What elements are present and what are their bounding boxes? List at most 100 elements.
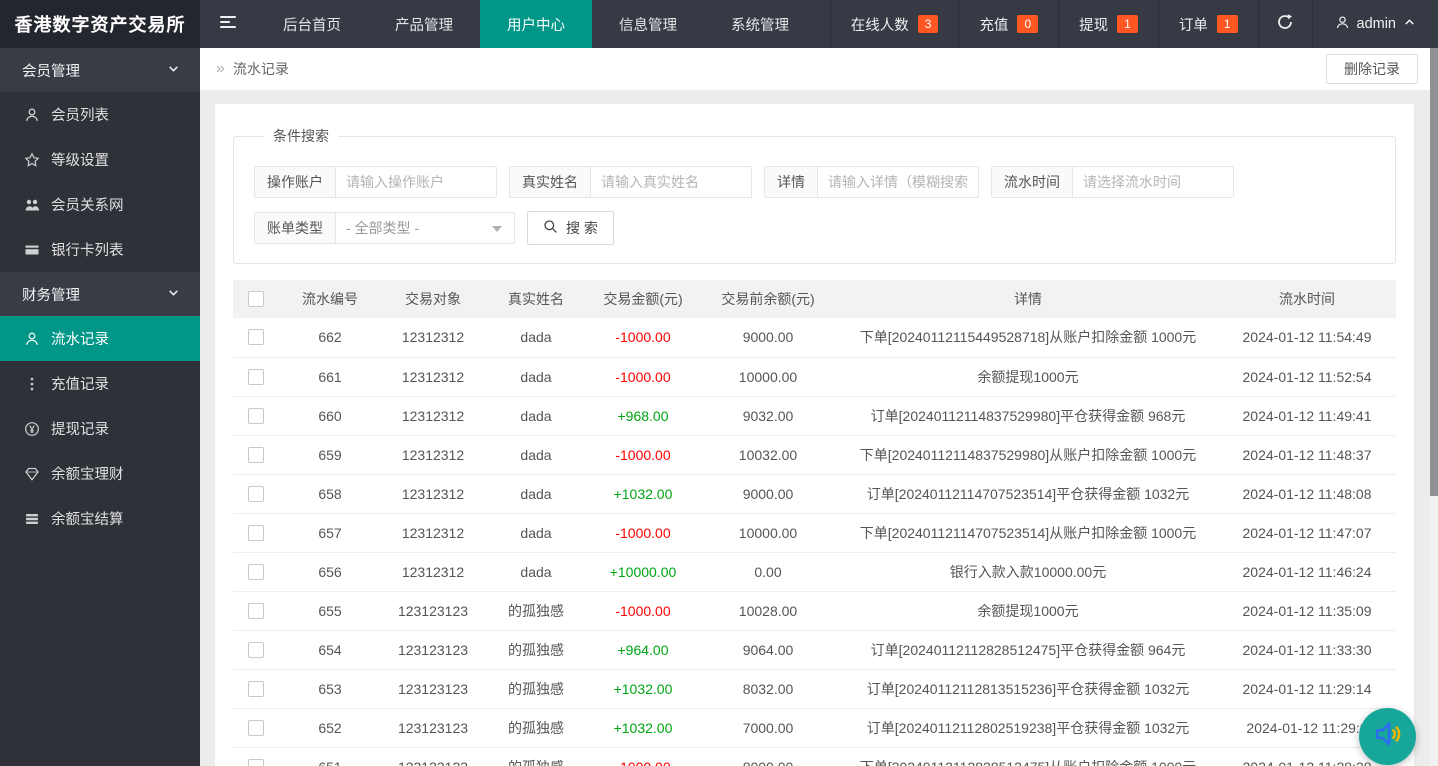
refresh-button[interactable] [1258, 0, 1312, 48]
status-withdraw[interactable]: 提现 1 [1058, 0, 1158, 48]
cell-flow-id: 651 [278, 747, 382, 766]
cell-balance: 7000.00 [698, 708, 838, 747]
status-orders[interactable]: 订单 1 [1158, 0, 1258, 48]
cell-amount: +1032.00 [588, 474, 698, 513]
detail-input[interactable] [818, 167, 978, 197]
cell-balance: 9064.00 [698, 630, 838, 669]
cell-amount: -1000.00 [588, 357, 698, 396]
cell-amount: +1032.00 [588, 708, 698, 747]
header-checkbox-cell [233, 280, 278, 318]
sidebar-group-finance-mgmt[interactable]: 财务管理 [0, 272, 200, 316]
delete-records-button[interactable]: 删除记录 [1326, 54, 1418, 84]
sidebar-item-label: 等级设置 [51, 149, 109, 170]
field-label: 详情 [765, 167, 818, 197]
bill-type-select[interactable]: - 全部类型 - [336, 213, 514, 243]
row-checkbox[interactable] [248, 525, 264, 541]
cell-name: dada [484, 318, 588, 357]
row-checkbox[interactable] [248, 720, 264, 736]
cell-flow-id: 654 [278, 630, 382, 669]
search-button[interactable]: 搜 索 [527, 211, 614, 245]
main-content: » 流水记录 删除记录 条件搜索 操作账户 真实姓名 详情 [200, 48, 1430, 766]
sidebar-item-yuebao-settlement[interactable]: 余额宝结算 [0, 496, 200, 541]
row-checkbox[interactable] [248, 329, 264, 345]
cell-detail: 订单[20240112112802519238]平仓获得金额 1032元 [838, 708, 1218, 747]
cell-detail: 银行入款入款10000.00元 [838, 552, 1218, 591]
field-label: 操作账户 [255, 167, 336, 197]
col-balance: 交易前余额(元) [698, 280, 838, 318]
cell-target: 12312312 [382, 396, 484, 435]
row-checkbox[interactable] [248, 447, 264, 463]
online-count-badge: 3 [918, 15, 939, 33]
breadcrumb-bar: » 流水记录 删除记录 [200, 48, 1430, 90]
scrollbar-thumb[interactable] [1430, 48, 1438, 496]
cell-amount: +10000.00 [588, 552, 698, 591]
sidebar-item-member-list[interactable]: 会员列表 [0, 92, 200, 137]
content-card: 条件搜索 操作账户 真实姓名 详情 流水时间 [215, 104, 1414, 766]
cell-time: 2024-01-12 11:46:24 [1218, 552, 1396, 591]
sidebar-item-flow-records[interactable]: 流水记录 [0, 316, 200, 361]
cell-name: 的孤独感 [484, 669, 588, 708]
vertical-scrollbar[interactable] [1430, 48, 1438, 766]
admin-username: admin [1357, 16, 1397, 32]
row-checkbox[interactable] [248, 759, 264, 766]
sidebar-item-label: 充值记录 [51, 373, 109, 394]
credit-card-icon [24, 242, 40, 258]
nav-item-system[interactable]: 系统管理 [704, 0, 816, 48]
flow-records-table: 流水编号 交易对象 真实姓名 交易金额(元) 交易前余额(元) 详情 流水时间 … [233, 280, 1396, 766]
col-detail: 详情 [838, 280, 1218, 318]
order-count-badge: 1 [1217, 15, 1238, 33]
sidebar-item-yuebao-finance[interactable]: 余额宝理财 [0, 451, 200, 496]
sidebar-item-label: 提现记录 [51, 418, 109, 439]
row-checkbox[interactable] [248, 486, 264, 502]
table-row: 659 12312312 dada -1000.00 10032.00 下单[2… [233, 435, 1396, 474]
row-checkbox[interactable] [248, 603, 264, 619]
sidebar-toggle-button[interactable] [200, 0, 256, 48]
status-recharge[interactable]: 充值 0 [958, 0, 1058, 48]
sidebar-item-level-settings[interactable]: 等级设置 [0, 137, 200, 182]
admin-menu[interactable]: admin [1312, 0, 1438, 48]
cell-flow-id: 658 [278, 474, 382, 513]
cell-balance: 10032.00 [698, 435, 838, 474]
table-header-row: 流水编号 交易对象 真实姓名 交易金额(元) 交易前余额(元) 详情 流水时间 [233, 280, 1396, 318]
table-row: 661 12312312 dada -1000.00 10000.00 余额提现… [233, 357, 1396, 396]
sidebar-group-member-mgmt[interactable]: 会员管理 [0, 48, 200, 92]
cell-detail: 订单[20240112114707523514]平仓获得金额 1032元 [838, 474, 1218, 513]
flow-time-input[interactable] [1073, 167, 1233, 197]
cell-name: dada [484, 435, 588, 474]
sidebar-item-recharge-records[interactable]: 充值记录 [0, 361, 200, 406]
cell-time: 2024-01-12 11:52:54 [1218, 357, 1396, 396]
brand-title: 香港数字资产交易所 [0, 0, 200, 48]
cell-flow-id: 652 [278, 708, 382, 747]
select-all-checkbox[interactable] [248, 291, 264, 307]
row-checkbox[interactable] [248, 642, 264, 658]
sidebar-item-withdraw-records[interactable]: 提现记录 [0, 406, 200, 451]
status-online-users[interactable]: 在线人数 3 [830, 0, 959, 48]
cell-name: 的孤独感 [484, 630, 588, 669]
sidebar: 会员管理 会员列表 等级设置 会员关系网 [0, 48, 200, 766]
cell-balance: 10000.00 [698, 357, 838, 396]
cell-name: dada [484, 474, 588, 513]
nav-item-home[interactable]: 后台首页 [256, 0, 368, 48]
row-checkbox[interactable] [248, 369, 264, 385]
navbar-spacer [816, 0, 830, 48]
group-label: 会员管理 [22, 60, 80, 81]
real-name-input[interactable] [591, 167, 751, 197]
row-checkbox[interactable] [248, 408, 264, 424]
row-checkbox[interactable] [248, 681, 264, 697]
sound-notification-button[interactable] [1359, 708, 1416, 765]
sidebar-item-bank-cards[interactable]: 银行卡列表 [0, 227, 200, 272]
col-time: 流水时间 [1218, 280, 1396, 318]
nav-item-products[interactable]: 产品管理 [368, 0, 480, 48]
table-row: 652 123123123 的孤独感 +1032.00 7000.00 订单[2… [233, 708, 1396, 747]
nav-item-info[interactable]: 信息管理 [592, 0, 704, 48]
nav-item-user-center[interactable]: 用户中心 [480, 0, 592, 48]
sidebar-item-member-network[interactable]: 会员关系网 [0, 182, 200, 227]
hamburger-icon [219, 14, 237, 35]
users-group-icon [24, 197, 40, 213]
cell-time: 2024-01-12 11:47:07 [1218, 513, 1396, 552]
operator-account-input[interactable] [336, 167, 496, 197]
cell-flow-id: 661 [278, 357, 382, 396]
row-checkbox[interactable] [248, 564, 264, 580]
cell-detail: 余额提现1000元 [838, 357, 1218, 396]
cell-amount: -1000.00 [588, 513, 698, 552]
